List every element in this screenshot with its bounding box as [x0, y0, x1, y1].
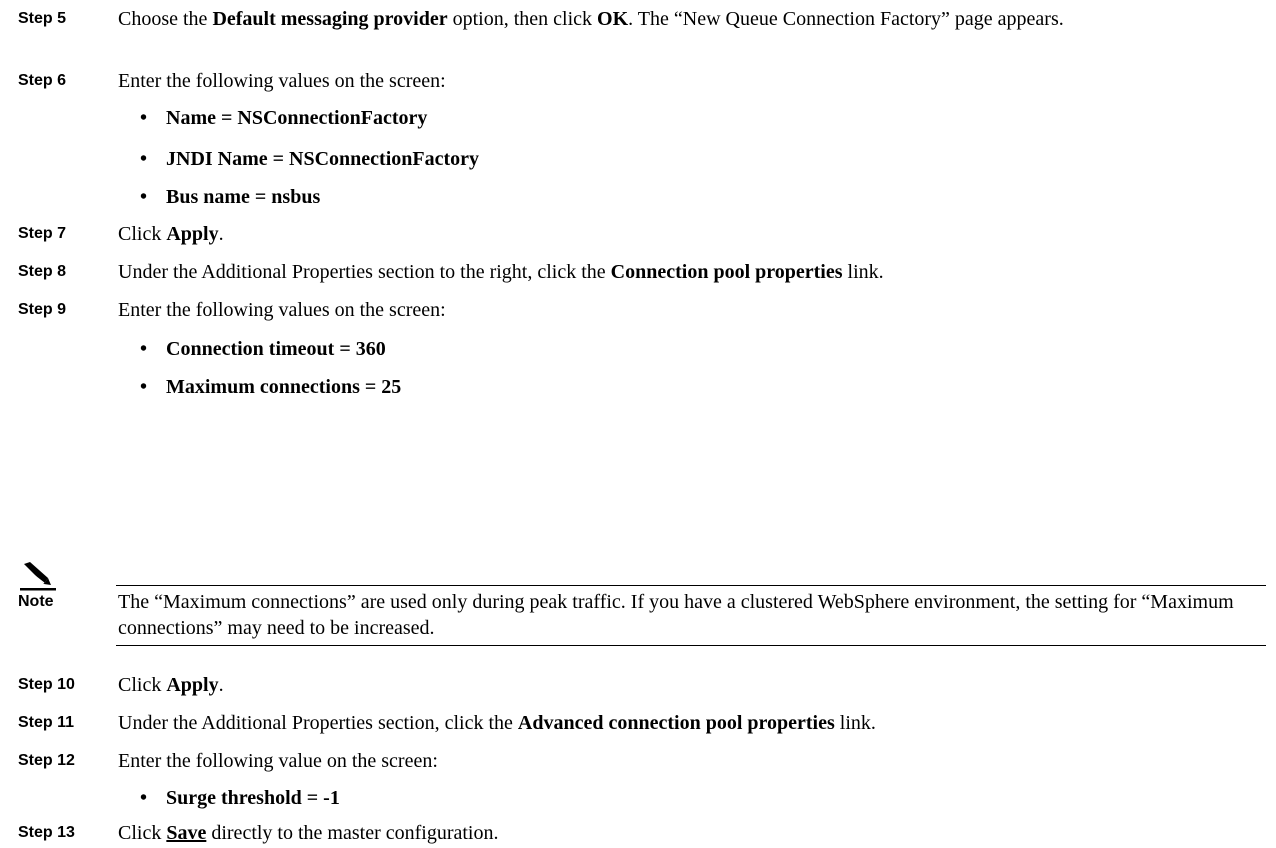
- step-13-label: Step 13: [18, 824, 75, 842]
- bullet-dot: •: [140, 337, 148, 360]
- step-8-text: Under the Additional Properties section …: [118, 261, 884, 284]
- note-text: The “Maximum connections” are used only …: [118, 590, 1234, 640]
- step-9-label: Step 9: [18, 301, 67, 319]
- list-item: • Bus name = nsbus: [140, 183, 320, 211]
- step-5-text: Choose the Default messaging provider op…: [118, 7, 1064, 30]
- step-7-text: Click Apply.: [118, 222, 224, 245]
- bullet-dot: •: [140, 186, 148, 209]
- step-6-label: Step 6: [18, 71, 67, 89]
- step-7-label: Step 7: [18, 224, 67, 242]
- bullet-dot: •: [140, 106, 148, 129]
- step-8-label: Step 8: [18, 263, 67, 281]
- note-label: Note: [18, 593, 54, 611]
- step-10-text: Click Apply.: [118, 673, 224, 696]
- step-12-text: Enter the following value on the screen:: [118, 749, 438, 772]
- list-item: • JNDI Name = NSConnectionFactory: [140, 145, 479, 173]
- step-13-text: Click Save directly to the master config…: [118, 821, 499, 844]
- note-bottom-rule: [116, 644, 1266, 646]
- step-6-text: Enter the following values on the screen…: [118, 69, 446, 92]
- step-11-label: Step 11: [18, 714, 75, 732]
- step-9-text: Enter the following values on the screen…: [118, 299, 446, 322]
- bullet-dot: •: [140, 376, 148, 399]
- pencil-note-icon: [20, 561, 56, 591]
- bullet-dot: •: [140, 147, 148, 170]
- step-5-label: Step 5: [18, 10, 67, 28]
- list-item: • Surge threshold = -1: [140, 784, 340, 812]
- step-10-label: Step 10: [18, 676, 75, 694]
- step-11-text: Under the Additional Properties section,…: [118, 711, 876, 734]
- list-item: • Maximum connections = 25: [140, 373, 401, 401]
- note-top-rule: [116, 585, 1266, 587]
- list-item: • Name = NSConnectionFactory: [140, 104, 427, 132]
- save-link[interactable]: Save: [166, 822, 206, 844]
- bullet-dot: •: [140, 787, 148, 810]
- list-item: • Connection timeout = 360: [140, 335, 386, 363]
- step-12-label: Step 12: [18, 751, 75, 769]
